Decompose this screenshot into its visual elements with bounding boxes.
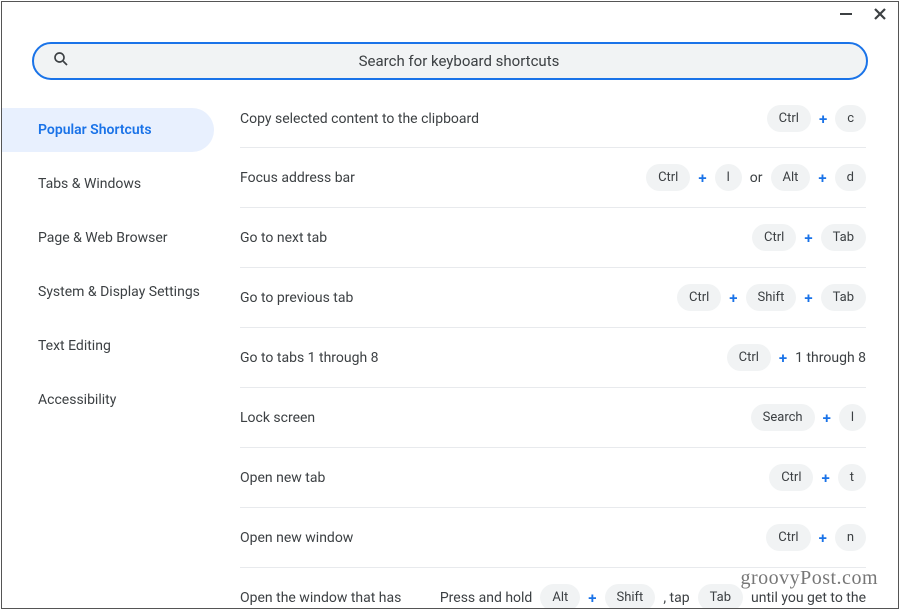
sidebar-item-accessibility[interactable]: Accessibility <box>2 378 214 422</box>
key-cap: Ctrl <box>677 284 721 311</box>
shortcut-combo: Search + l <box>751 404 866 431</box>
key-cap: l <box>839 404 866 431</box>
shortcut-label: Lock screen <box>240 410 751 426</box>
plain-text: until you get to the <box>751 590 866 606</box>
key-cap: Ctrl <box>646 164 690 191</box>
key-cap: Ctrl <box>766 524 810 551</box>
key-cap: Alt <box>540 584 580 608</box>
key-cap: Search <box>751 404 815 431</box>
shortcut-label: Copy selected content to the clipboard <box>240 111 767 127</box>
plus-icon: + <box>804 289 812 307</box>
search-icon <box>52 50 70 72</box>
shortcut-row: Go to next tabCtrl + Tab <box>240 208 866 268</box>
plain-text: 1 through 8 <box>795 350 866 366</box>
plain-text: , tap <box>663 590 689 606</box>
key-cap: Tab <box>821 224 866 251</box>
plus-icon: + <box>821 469 829 487</box>
shortcut-label: Open the window that has <box>240 590 440 606</box>
key-cap: Alt <box>771 164 811 191</box>
shortcut-row: Go to tabs 1 through 8Ctrl +1 through 8 <box>240 328 866 388</box>
sidebar-item-label: Popular Shortcuts <box>38 122 152 138</box>
sidebar-item-popular-shortcuts[interactable]: Popular Shortcuts <box>2 108 214 152</box>
shortcut-combo: Ctrl + Tab <box>752 224 866 251</box>
shortcut-combo: Ctrl +1 through 8 <box>727 344 866 371</box>
key-cap: Tab <box>698 584 743 608</box>
key-cap: d <box>835 164 866 191</box>
sidebar-item-label: Text Editing <box>38 338 111 354</box>
shortcut-combo: Ctrl + c <box>767 105 866 132</box>
sidebar-item-label: Page & Web Browser <box>38 230 168 246</box>
sidebar-item-label: System & Display Settings <box>38 284 200 300</box>
plain-text: Press and hold <box>440 590 533 606</box>
plus-icon: + <box>804 229 812 247</box>
plus-icon: + <box>698 169 706 187</box>
shortcut-row: Copy selected content to the clipboardCt… <box>240 104 866 148</box>
key-cap: c <box>835 105 866 132</box>
key-cap: n <box>835 524 866 551</box>
key-cap: t <box>838 464 866 491</box>
shortcut-row: Lock screenSearch + l <box>240 388 866 448</box>
shortcut-row: Open new windowCtrl + n <box>240 508 866 568</box>
plus-icon: + <box>729 289 737 307</box>
plus-icon: + <box>588 589 596 607</box>
plus-icon: + <box>823 409 831 427</box>
plus-icon: + <box>818 169 826 187</box>
shortcut-label: Open new window <box>240 530 766 546</box>
sidebar: Popular Shortcuts Tabs & Windows Page & We… <box>2 104 220 608</box>
sidebar-item-label: Tabs & Windows <box>38 176 141 192</box>
plus-icon: + <box>779 349 787 367</box>
shortcut-combo: Press and hold Alt + Shift , tap Tab until you… <box>440 584 866 608</box>
or-separator: or <box>750 170 763 186</box>
shortcut-combo: Ctrl + n <box>766 524 866 551</box>
key-cap: Ctrl <box>727 344 771 371</box>
key-cap: l <box>715 164 742 191</box>
key-cap: Shift <box>605 584 656 608</box>
shortcut-row: Go to previous tabCtrl + Shift + Tab <box>240 268 866 328</box>
plus-icon: + <box>819 529 827 547</box>
minimize-icon[interactable] <box>838 6 854 22</box>
shortcut-list: Copy selected content to the clipboardCt… <box>220 104 898 608</box>
key-cap: Ctrl <box>769 464 813 491</box>
shortcut-combo: Ctrl + lor Alt + d <box>646 164 866 191</box>
shortcut-row: Open the window that hasPress and hold Al… <box>240 568 866 608</box>
sidebar-item-system-display-settings[interactable]: System & Display Settings <box>2 270 214 314</box>
search-placeholder: Search for keyboard shortcuts <box>70 52 848 70</box>
shortcut-row: Focus address barCtrl + lor Alt + d <box>240 148 866 208</box>
sidebar-item-tabs-windows[interactable]: Tabs & Windows <box>2 162 214 206</box>
key-cap: Ctrl <box>752 224 796 251</box>
sidebar-item-label: Accessibility <box>38 392 116 408</box>
shortcut-combo: Ctrl + Shift + Tab <box>677 284 866 311</box>
shortcut-label: Focus address bar <box>240 170 646 186</box>
shortcut-label: Go to previous tab <box>240 290 677 306</box>
shortcut-label: Go to next tab <box>240 230 752 246</box>
shortcut-label: Go to tabs 1 through 8 <box>240 350 727 366</box>
key-cap: Ctrl <box>767 105 811 132</box>
close-icon[interactable] <box>872 6 888 22</box>
key-cap: Shift <box>746 284 797 311</box>
sidebar-item-page-web-browser[interactable]: Page & Web Browser <box>2 216 214 260</box>
sidebar-item-text-editing[interactable]: Text Editing <box>2 324 214 368</box>
key-cap: Tab <box>821 284 866 311</box>
search-input[interactable]: Search for keyboard shortcuts <box>32 42 868 80</box>
shortcut-combo: Ctrl + t <box>769 464 866 491</box>
plus-icon: + <box>819 110 827 128</box>
shortcut-label: Open new tab <box>240 470 769 486</box>
shortcut-row: Open new tabCtrl + t <box>240 448 866 508</box>
